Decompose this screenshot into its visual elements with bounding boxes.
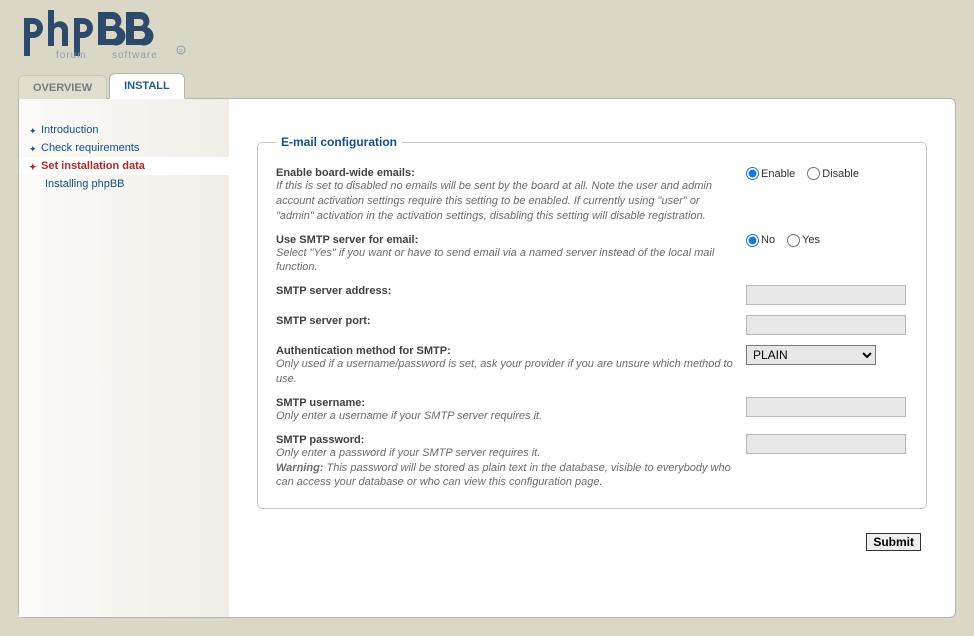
field-hint: Select "Yes" if you want or have to send… <box>276 247 714 274</box>
radio-enable[interactable]: Enable <box>746 167 795 180</box>
sidebar-item-check-requirements[interactable]: ✦ Check requirements <box>19 139 229 157</box>
radio-disable-input[interactable] <box>807 167 820 180</box>
tab-overview[interactable]: OVERVIEW <box>18 75 107 99</box>
radio-yes[interactable]: Yes <box>787 234 820 247</box>
field-hint: Only enter a username if your SMTP serve… <box>276 410 542 422</box>
field-label-text: Authentication method for SMTP: <box>276 345 736 357</box>
field-smtp-port: SMTP server port: <box>276 315 908 335</box>
field-label-text: SMTP server port: <box>276 315 736 327</box>
field-enable-emails: Enable board-wide emails: If this is set… <box>276 167 908 224</box>
field-label-text: Use SMTP server for email: <box>276 234 736 246</box>
sidebar-item-label: Check requirements <box>41 142 139 154</box>
smtp-auth-select[interactable]: PLAIN <box>746 345 876 365</box>
svg-text:R: R <box>179 49 183 55</box>
submit-button[interactable]: Submit <box>866 533 921 551</box>
field-label-text: Enable board-wide emails: <box>276 167 736 179</box>
field-label-text: SMTP password: <box>276 434 736 446</box>
sidebar-item-label: Introduction <box>41 124 98 136</box>
radio-disable[interactable]: Disable <box>807 167 859 180</box>
field-smtp-user: SMTP username: Only enter a username if … <box>276 397 908 424</box>
bullet-icon: ✦ <box>29 126 37 134</box>
radio-label-text: Enable <box>761 168 795 180</box>
radio-label-text: No <box>761 234 775 246</box>
main-panel: ✦ Introduction ✦ Check requirements ✦ Se… <box>18 98 956 618</box>
sidebar-item-installing-phpbb[interactable]: Installing phpBB <box>19 175 229 193</box>
smtp-port-input[interactable] <box>746 315 906 335</box>
svg-text:software: software <box>112 50 158 61</box>
bullet-icon: ✦ <box>29 162 37 170</box>
radio-no[interactable]: No <box>746 234 775 247</box>
sidebar-item-label: Set installation data <box>41 160 145 172</box>
logo: R forum software <box>0 0 974 72</box>
radio-label-text: Yes <box>802 234 820 246</box>
submit-row: Submit <box>257 533 927 551</box>
field-label-text: SMTP server address: <box>276 285 736 297</box>
radio-label-text: Disable <box>822 168 859 180</box>
sidebar: ✦ Introduction ✦ Check requirements ✦ Se… <box>19 99 229 617</box>
sidebar-item-introduction[interactable]: ✦ Introduction <box>19 121 229 139</box>
fieldset-legend: E-mail configuration <box>276 135 402 149</box>
field-use-smtp: Use SMTP server for email: Select "Yes" … <box>276 234 908 276</box>
content-area: E-mail configuration Enable board-wide e… <box>229 99 955 617</box>
smtp-pass-input[interactable] <box>746 434 906 454</box>
sidebar-item-label: Installing phpBB <box>45 178 125 190</box>
tab-bar: OVERVIEW INSTALL <box>18 73 974 99</box>
field-smtp-pass: SMTP password: Only enter a password if … <box>276 434 908 491</box>
sidebar-item-set-installation-data[interactable]: ✦ Set installation data <box>19 157 230 175</box>
radio-no-input[interactable] <box>746 234 759 247</box>
field-hint: Only enter a password if your SMTP serve… <box>276 447 731 489</box>
bullet-icon: ✦ <box>29 144 37 152</box>
tab-install[interactable]: INSTALL <box>109 73 185 99</box>
smtp-user-input[interactable] <box>746 397 906 417</box>
smtp-address-input[interactable] <box>746 285 906 305</box>
field-hint: Only used if a username/password is set,… <box>276 358 733 385</box>
field-smtp-address: SMTP server address: <box>276 285 908 305</box>
field-hint: If this is set to disabled no emails wil… <box>276 180 712 222</box>
radio-yes-input[interactable] <box>787 234 800 247</box>
radio-enable-input[interactable] <box>746 167 759 180</box>
svg-text:forum: forum <box>56 50 87 61</box>
field-smtp-auth: Authentication method for SMTP: Only use… <box>276 345 908 387</box>
email-configuration-fieldset: E-mail configuration Enable board-wide e… <box>257 135 927 509</box>
field-label-text: SMTP username: <box>276 397 736 409</box>
